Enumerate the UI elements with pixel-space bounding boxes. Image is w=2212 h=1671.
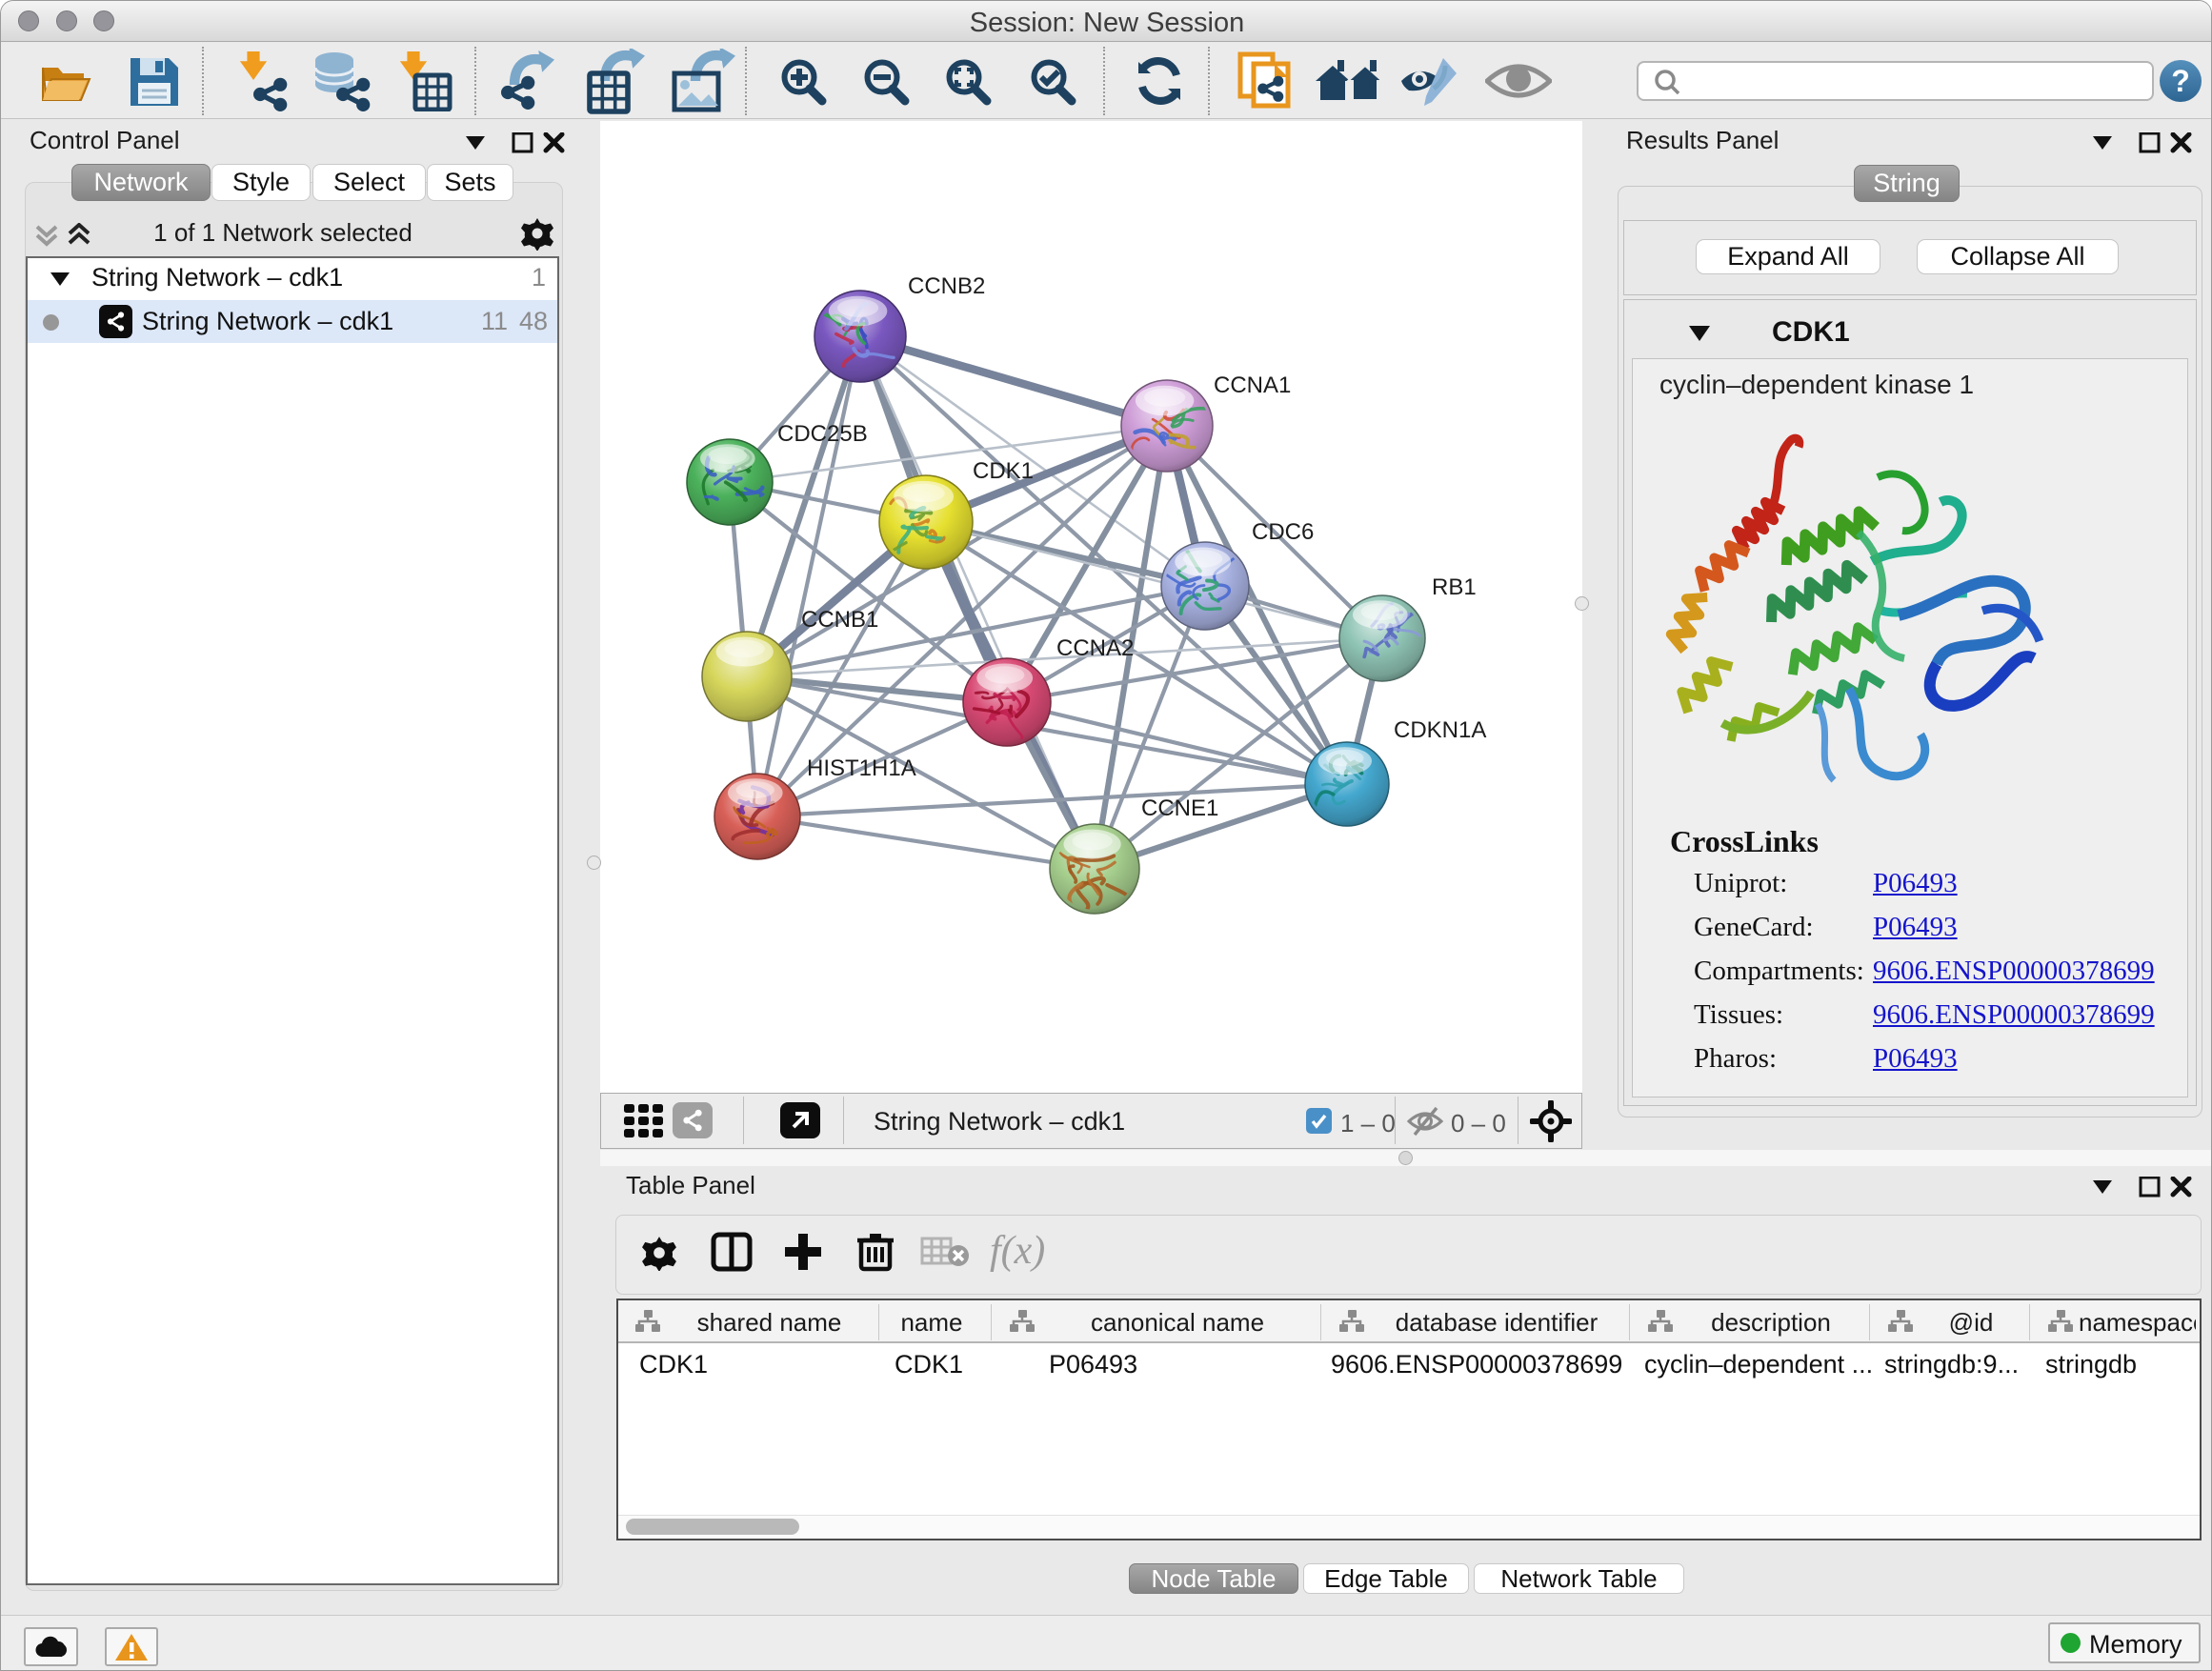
svg-text:CCNB2: CCNB2 bbox=[908, 273, 985, 299]
svg-text:CDC25B: CDC25B bbox=[777, 421, 868, 447]
svg-text:HIST1H1A: HIST1H1A bbox=[807, 755, 916, 781]
svg-text:CDK1: CDK1 bbox=[973, 458, 1034, 484]
svg-text:CCNB1: CCNB1 bbox=[801, 607, 878, 633]
svg-text:CDKN1A: CDKN1A bbox=[1394, 717, 1486, 743]
svg-text:RB1: RB1 bbox=[1432, 574, 1477, 600]
svg-text:CDC6: CDC6 bbox=[1252, 519, 1314, 545]
svg-text:CCNA1: CCNA1 bbox=[1214, 372, 1291, 398]
svg-text:CCNE1: CCNE1 bbox=[1141, 795, 1218, 821]
svg-text:CCNA2: CCNA2 bbox=[1056, 635, 1134, 661]
